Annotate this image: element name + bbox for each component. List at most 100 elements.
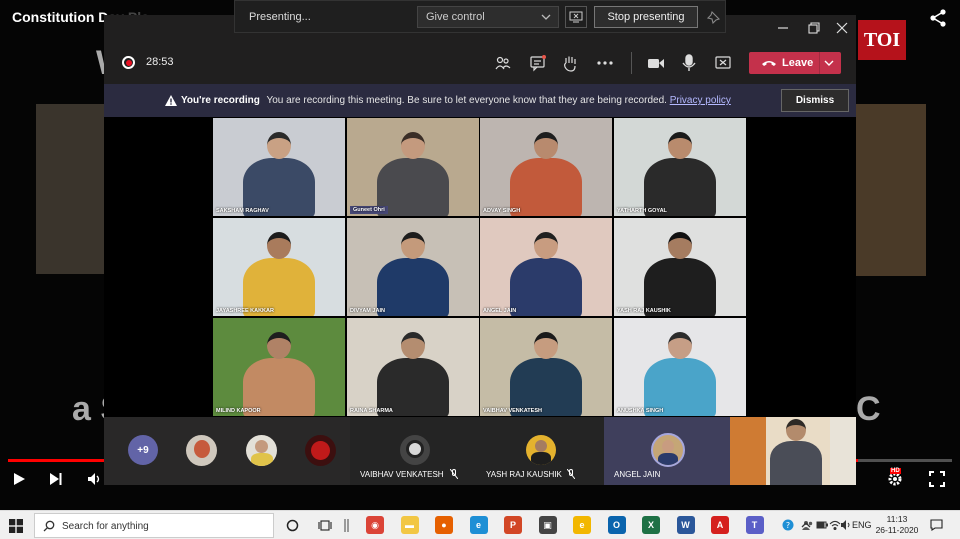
participant-head	[668, 132, 692, 159]
settings-icon[interactable]: HD	[884, 468, 906, 490]
video-tile[interactable]: ANUSHKA SINGH	[614, 318, 746, 416]
participant-name: ANGEL JAIN	[614, 470, 661, 479]
participant-tile[interactable]: YASH RAJ KAUSHIK	[478, 417, 604, 485]
participant-body	[377, 258, 449, 316]
video-tile[interactable]: YATHARTH GOYAL	[614, 118, 746, 216]
video-frame-right	[856, 104, 926, 276]
clock-date: 26-11-2020	[875, 525, 919, 535]
camera-icon[interactable]	[647, 54, 665, 72]
taskbar-search-box[interactable]: Search for anything	[34, 513, 274, 538]
video-tile[interactable]: ANGEL JAIN	[480, 218, 612, 316]
participant-name: ANGEL JAIN	[483, 308, 517, 314]
input-language[interactable]: ENG	[852, 520, 872, 530]
presenting-status: Presenting...	[249, 11, 311, 23]
video-tile[interactable]: VAIBHAV VENKATESH	[480, 318, 612, 416]
show-hidden-icons-icon[interactable]	[800, 519, 812, 531]
minimize-icon[interactable]	[776, 21, 790, 35]
video-tile[interactable]: MILIND KAPOOR	[213, 318, 345, 416]
word-icon[interactable]: W	[676, 516, 695, 534]
give-control-dropdown[interactable]: Give control	[417, 6, 559, 28]
system-clock[interactable]: 11:13 26-11-2020	[874, 514, 920, 536]
share-content-icon[interactable]	[565, 6, 587, 28]
video-tile[interactable]: JAYASHREE KAKKAR	[213, 218, 345, 316]
avatar[interactable]	[246, 435, 277, 466]
meeting-timer: 28:53	[146, 56, 174, 68]
recording-banner-text: You're recording You are recording this …	[181, 95, 731, 106]
chrome-icon[interactable]: ◉	[366, 516, 384, 534]
edge-canary-icon[interactable]: e	[573, 516, 591, 534]
next-icon[interactable]	[45, 468, 67, 490]
volume-tray-icon[interactable]	[840, 519, 852, 531]
chevron-down-icon[interactable]	[823, 57, 835, 69]
participant-head	[401, 332, 425, 359]
store-icon[interactable]: ▣	[538, 516, 557, 534]
help-icon[interactable]: ?	[782, 519, 794, 531]
hd-badge: HD	[890, 468, 901, 474]
search-icon	[43, 520, 55, 532]
participant-name: YATHARTH GOYAL	[617, 208, 667, 214]
action-center-icon[interactable]	[930, 519, 943, 531]
participant-head	[267, 132, 291, 159]
windows-start-icon[interactable]	[9, 519, 23, 533]
outlook-icon[interactable]: O	[607, 516, 626, 534]
participant-name: SAKSHAM RAGHAV	[216, 208, 269, 214]
teams-icon[interactable]: T	[745, 516, 764, 534]
leave-split-divider	[819, 52, 820, 74]
task-view-icon[interactable]	[318, 519, 332, 532]
windows-taskbar: Search for anything ◉ ▬ ● e P ▣ e O X W A T ? ENG 1…	[0, 510, 960, 539]
play-icon[interactable]	[8, 468, 30, 490]
participant-name: Guneet Ohri	[350, 206, 388, 214]
pinned-separator-icon	[344, 519, 349, 532]
participant-body	[510, 158, 582, 216]
fullscreen-icon[interactable]	[926, 468, 948, 490]
video-tile[interactable]: SAKSHAM RAGHAV	[213, 118, 345, 216]
participant-head	[267, 332, 291, 359]
chat-icon[interactable]	[529, 54, 547, 72]
participants-icon[interactable]	[494, 54, 512, 72]
more-options-icon[interactable]	[596, 54, 614, 72]
participant-name: YASH RAJ KAUSHIK	[486, 470, 562, 479]
participant-body	[510, 258, 582, 316]
overflow-participants-badge[interactable]: +9	[128, 435, 158, 465]
controls-divider	[631, 52, 632, 74]
volume-icon[interactable]	[84, 468, 106, 490]
raise-hand-icon[interactable]	[561, 54, 579, 72]
recording-banner-message: You are recording this meeting. Be sure …	[266, 95, 667, 106]
excel-icon[interactable]: X	[642, 516, 660, 534]
recording-banner-title: You're recording	[181, 95, 260, 106]
powerpoint-icon[interactable]: P	[504, 516, 522, 534]
leave-button[interactable]: Leave	[749, 52, 841, 74]
video-tile[interactable]: DIVYAM JAIN	[347, 218, 479, 316]
privacy-policy-link[interactable]: Privacy policy	[670, 95, 731, 106]
pin-icon[interactable]	[707, 10, 721, 24]
share-tray-icon[interactable]	[714, 54, 732, 72]
battery-icon[interactable]	[816, 519, 828, 531]
dismiss-button[interactable]: Dismiss	[781, 89, 849, 112]
avatar[interactable]	[305, 435, 336, 466]
acrobat-icon[interactable]: A	[711, 516, 729, 534]
video-tile[interactable]: YASH RAJ KAUSHIK	[614, 218, 746, 316]
video-frame-left	[36, 104, 106, 274]
active-speaker-tile[interactable]: ANGEL JAIN	[604, 417, 730, 485]
stop-presenting-button[interactable]: Stop presenting	[594, 6, 698, 28]
firefox-icon[interactable]: ●	[435, 516, 453, 534]
video-tile[interactable]: RAINA SHARMA	[347, 318, 479, 416]
avatar[interactable]	[186, 435, 217, 466]
edge-icon[interactable]: e	[469, 516, 488, 534]
clock-time: 11:13	[886, 514, 908, 524]
participant-head	[401, 232, 425, 259]
microphone-icon[interactable]	[680, 54, 698, 72]
avatar	[651, 433, 685, 467]
file-explorer-icon[interactable]: ▬	[400, 516, 419, 534]
svg-text:?: ?	[786, 521, 790, 530]
participant-tile[interactable]: VAIBHAV VENKATESH	[350, 417, 478, 485]
cortana-icon[interactable]	[286, 519, 299, 532]
hang-up-icon	[762, 61, 776, 66]
restore-icon[interactable]	[807, 21, 821, 35]
self-view-tile[interactable]	[730, 417, 856, 485]
participant-name: MILIND KAPOOR	[216, 408, 261, 414]
video-tile[interactable]: ADVAY SINGH	[480, 118, 612, 216]
video-tile[interactable]: Guneet Ohri	[347, 118, 479, 216]
close-icon[interactable]	[835, 21, 849, 35]
share-icon[interactable]	[928, 8, 948, 28]
